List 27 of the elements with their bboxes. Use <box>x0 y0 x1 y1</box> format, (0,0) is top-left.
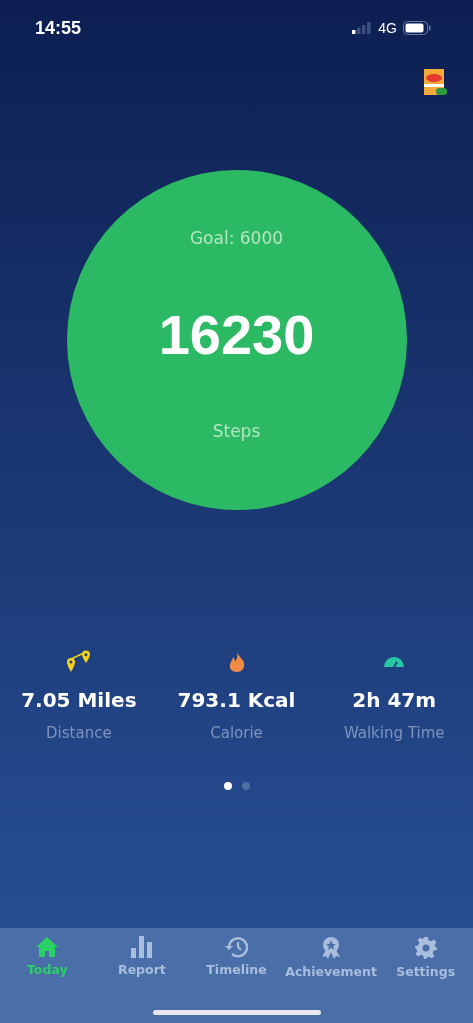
ad-snack-icon[interactable] <box>423 68 447 96</box>
bar-chart-icon <box>130 936 153 958</box>
step-count: 16230 <box>158 302 315 367</box>
goal-label: Goal: 6000 <box>189 228 284 248</box>
tab[interactable]: Timeline <box>189 936 284 979</box>
steps-label: Steps <box>212 421 261 441</box>
page-dot[interactable] <box>223 782 232 790</box>
metric-value: 793.1 Kcal <box>177 688 296 712</box>
metric-label: Walking Time <box>343 724 445 742</box>
metric-label: Distance <box>46 724 112 742</box>
battery-icon <box>403 21 431 35</box>
metric-value: 2h 47m <box>352 688 437 712</box>
signal-icon <box>352 22 373 34</box>
page-dot[interactable] <box>241 782 250 790</box>
network-label: 4G <box>378 20 397 36</box>
metric-label: Calorie <box>210 724 263 742</box>
tab[interactable]: Achievement <box>283 936 379 979</box>
route-pins-icon <box>65 650 92 674</box>
settings-icon <box>413 936 438 960</box>
history-icon <box>224 936 249 958</box>
tab[interactable]: Today <box>0 936 95 979</box>
award-ribbon-icon <box>320 936 343 960</box>
home-icon <box>35 936 60 958</box>
metric-value: 7.05 Miles <box>21 688 137 712</box>
tab[interactable]: Report <box>94 936 190 979</box>
tab[interactable]: Settings <box>378 936 473 979</box>
status-time: 14:55 <box>35 17 82 39</box>
